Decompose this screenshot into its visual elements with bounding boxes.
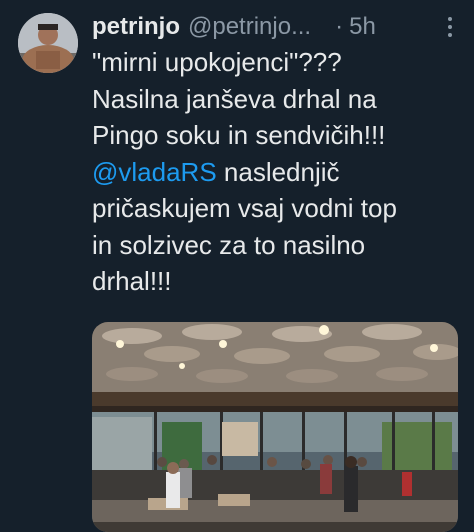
tweet-media-image[interactable] <box>92 322 458 532</box>
author-handle[interactable]: @petrinjo... <box>188 13 311 41</box>
tweet-line: pričaskujem vsaj vodni top <box>92 193 397 223</box>
separator-dot: · <box>335 13 344 40</box>
tweet-header: petrinjo @petrinjo... · 5h <box>92 10 464 44</box>
author-display-name[interactable]: petrinjo <box>92 13 180 41</box>
tweet-line: in solzivec za to nasilno <box>92 229 366 260</box>
tweet-line: drhal!!! <box>92 266 172 296</box>
more-dot <box>448 25 452 29</box>
mention-link[interactable]: @vladaRS <box>92 157 217 187</box>
lobby-photo <box>92 322 458 532</box>
more-dot <box>448 33 452 37</box>
more-dot <box>448 17 452 21</box>
more-options-icon[interactable] <box>444 11 456 43</box>
tweet-line: @vladaRS naslednjič <box>92 154 462 191</box>
timestamp[interactable]: 5h <box>349 13 376 41</box>
tweet-line: Nasilna janševa drhal na <box>92 83 377 114</box>
tweet-line: Pingo soku in sendvičih!!! <box>92 120 386 150</box>
tweet-text: "mirni upokojenci"??? Nasilna janševa dr… <box>92 44 462 300</box>
person-avatar-icon <box>18 13 78 73</box>
tweet-line-rest: naslednjič <box>216 156 340 187</box>
tweet-line: "mirni upokojenci"??? <box>92 47 342 77</box>
avatar[interactable] <box>18 13 78 73</box>
